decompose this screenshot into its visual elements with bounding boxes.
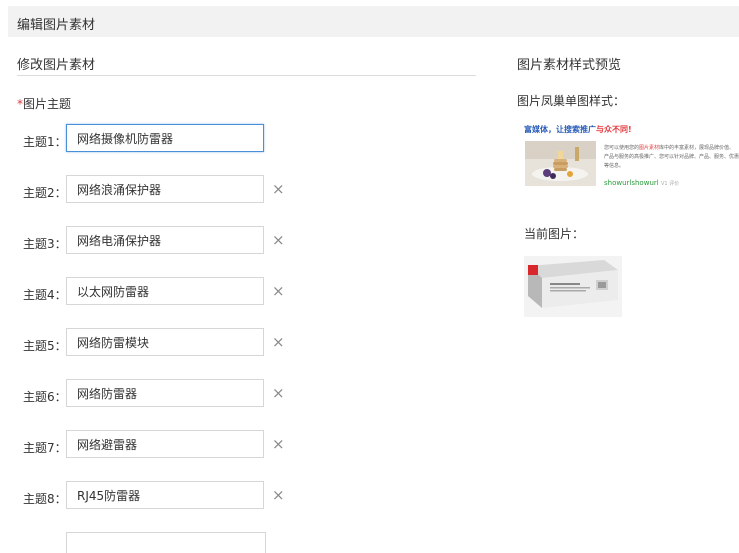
theme-label: 主题5：	[23, 339, 67, 353]
theme-label: 主题3：	[23, 237, 67, 251]
theme-row: 主题1：	[0, 124, 300, 156]
field-label: *图片主题	[17, 95, 71, 112]
theme-label: 主题2：	[23, 186, 67, 200]
page-header: 编辑图片素材	[8, 6, 739, 37]
theme-row: 主题3： ×	[0, 226, 300, 258]
preview-headline-red: 与众不同!	[596, 125, 632, 134]
preview-url: showurlshowurl V1 评价	[604, 179, 679, 187]
theme-input-6[interactable]	[66, 379, 264, 407]
section-divider	[17, 75, 476, 76]
theme-row: 主题8： ×	[0, 481, 300, 513]
theme-input-2[interactable]	[66, 175, 264, 203]
page-title: 编辑图片素材	[17, 18, 96, 33]
theme-input-8[interactable]	[66, 481, 264, 509]
section-title: 修改图片素材	[17, 58, 96, 73]
theme-row: 主题4： ×	[0, 277, 300, 309]
preview-thumbnail	[525, 141, 596, 186]
preview-desc-part: 您可以使用您的	[604, 145, 640, 151]
current-image	[524, 256, 622, 317]
theme-input-5[interactable]	[66, 328, 264, 356]
ad-preview-card: 富媒体，让搜索推广与众不同! 您可以使用您的图片素材库中的丰富素材，展现品牌价值…	[518, 118, 739, 194]
theme-input-3[interactable]	[66, 226, 264, 254]
delete-icon[interactable]: ×	[272, 436, 285, 452]
theme-input-1[interactable]	[66, 124, 264, 152]
preview-url-meta: V1 评价	[660, 181, 680, 187]
delete-icon[interactable]: ×	[272, 487, 285, 503]
theme-label: 主题1：	[23, 135, 67, 149]
theme-input-7[interactable]	[66, 430, 264, 458]
theme-row: 主题5： ×	[0, 328, 300, 360]
preview-style-label: 图片凤巢单图样式：	[517, 94, 626, 108]
preview-headline: 富媒体，让搜索推广与众不同!	[524, 124, 632, 135]
theme-row: 主题2： ×	[0, 175, 300, 207]
preview-description: 您可以使用您的图片素材库中的丰富素材，展现品牌价值、产品与服务的高极推广、您可以…	[604, 144, 739, 171]
preview-title: 图片素材样式预览	[517, 58, 622, 73]
delete-icon[interactable]: ×	[272, 232, 285, 248]
theme-label: 主题8：	[23, 492, 67, 506]
delete-icon[interactable]: ×	[272, 283, 285, 299]
theme-input-9[interactable]	[66, 532, 266, 553]
preview-url-text: showurlshowurl	[604, 179, 659, 187]
theme-row: 主题6： ×	[0, 379, 300, 411]
current-image-label: 当前图片：	[524, 227, 585, 241]
theme-row: 主题7： ×	[0, 430, 300, 462]
preview-desc-highlight: 图片素材	[639, 145, 660, 151]
theme-input-4[interactable]	[66, 277, 264, 305]
delete-icon[interactable]: ×	[272, 181, 285, 197]
theme-label: 主题6：	[23, 390, 67, 404]
delete-icon[interactable]: ×	[272, 334, 285, 350]
theme-label: 主题4：	[23, 288, 67, 302]
delete-icon[interactable]: ×	[272, 385, 285, 401]
theme-label: 主题7：	[23, 441, 67, 455]
preview-headline-text: 富媒体，让搜索推广	[524, 125, 596, 134]
field-label-text: 图片主题	[23, 97, 72, 111]
